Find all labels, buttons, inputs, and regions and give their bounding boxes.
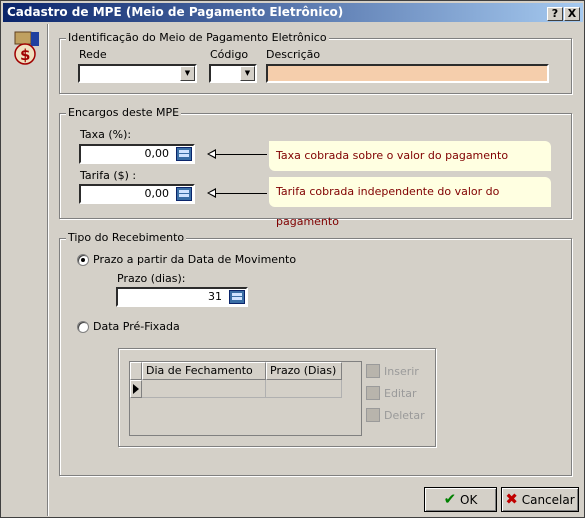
prazo-dias-value: 31: [208, 290, 222, 303]
calculator-icon[interactable]: [229, 290, 245, 304]
deletar-label: Deletar: [384, 409, 425, 422]
inserir-label: Inserir: [384, 365, 419, 378]
close-button[interactable]: X: [564, 7, 580, 21]
grid-header-dia[interactable]: Dia de Fechamento: [142, 362, 266, 380]
calculator-icon[interactable]: [176, 147, 192, 161]
tarifa-arrow-icon: [207, 188, 267, 198]
taxa-input[interactable]: 0,00: [79, 144, 195, 164]
prefixada-radio[interactable]: [77, 321, 89, 333]
grid-cell[interactable]: [142, 380, 266, 398]
codigo-select[interactable]: ▼: [209, 64, 257, 83]
row-indicator: [130, 380, 142, 398]
tarifa-label: Tarifa ($) :: [80, 169, 137, 182]
chevron-down-icon[interactable]: ▼: [180, 66, 195, 81]
editar-button[interactable]: Editar: [366, 385, 417, 403]
taxa-arrow-icon: [207, 149, 267, 159]
side-panel: $: [3, 24, 48, 516]
encargos-group-title: Encargos deste MPE: [66, 106, 182, 119]
tarifa-input[interactable]: 0,00: [79, 184, 195, 204]
ok-button[interactable]: ✔ OK: [424, 487, 497, 512]
dialog-window: Cadastro de MPE (Meio de Pagamento Eletr…: [0, 0, 585, 518]
edit-icon: [366, 386, 380, 400]
rede-select[interactable]: ▼: [78, 64, 197, 83]
check-icon: ✔: [443, 490, 457, 508]
calculator-icon[interactable]: [176, 187, 192, 201]
prazo-radio[interactable]: [77, 254, 89, 266]
tarifa-hint: Tarifa cobrada independente do valor do …: [269, 177, 551, 228]
row-pointer-icon: [133, 384, 139, 394]
codigo-label: Código: [210, 48, 249, 61]
identificacao-group-title: Identificação do Meio de Pagamento Eletr…: [66, 31, 329, 44]
title-bar: Cadastro de MPE (Meio de Pagamento Eletr…: [3, 3, 583, 22]
fechamento-grid[interactable]: Dia de Fechamento Prazo (Dias): [129, 361, 362, 436]
taxa-hint: Taxa cobrada sobre o valor do pagamento: [269, 141, 551, 171]
editar-label: Editar: [384, 387, 417, 400]
inserir-button[interactable]: Inserir: [366, 363, 419, 381]
grid-header-prazo[interactable]: Prazo (Dias): [266, 362, 342, 380]
ok-label: OK: [460, 493, 478, 507]
help-button[interactable]: ?: [547, 7, 563, 21]
cancel-label: Cancelar: [521, 493, 575, 507]
taxa-label: Taxa (%):: [80, 128, 132, 141]
deletar-button[interactable]: Deletar: [366, 407, 425, 425]
trash-icon: [366, 408, 380, 422]
descricao-label: Descrição: [266, 48, 321, 61]
prazo-dias-label: Prazo (dias):: [117, 272, 186, 285]
cancel-icon: ✖: [505, 490, 518, 508]
svg-text:$: $: [20, 46, 30, 64]
cancel-button[interactable]: ✖ Cancelar: [501, 487, 579, 512]
rede-label: Rede: [79, 48, 107, 61]
money-hand-icon: $: [14, 31, 39, 65]
recebimento-group-title: Tipo do Recebimento: [66, 231, 187, 244]
prefixada-option-label[interactable]: Data Pré-Fixada: [93, 320, 180, 333]
prazo-dias-input[interactable]: 31: [116, 287, 248, 307]
chevron-down-icon[interactable]: ▼: [240, 66, 255, 81]
prazo-option-label[interactable]: Prazo a partir da Data de Movimento: [93, 253, 296, 266]
window-title: Cadastro de MPE (Meio de Pagamento Eletr…: [7, 5, 344, 19]
taxa-value: 0,00: [144, 147, 170, 160]
grid-cell[interactable]: [266, 380, 342, 398]
insert-icon: [366, 364, 380, 378]
tarifa-value: 0,00: [144, 187, 170, 200]
grid-corner: [130, 362, 142, 380]
descricao-field[interactable]: [266, 64, 549, 83]
